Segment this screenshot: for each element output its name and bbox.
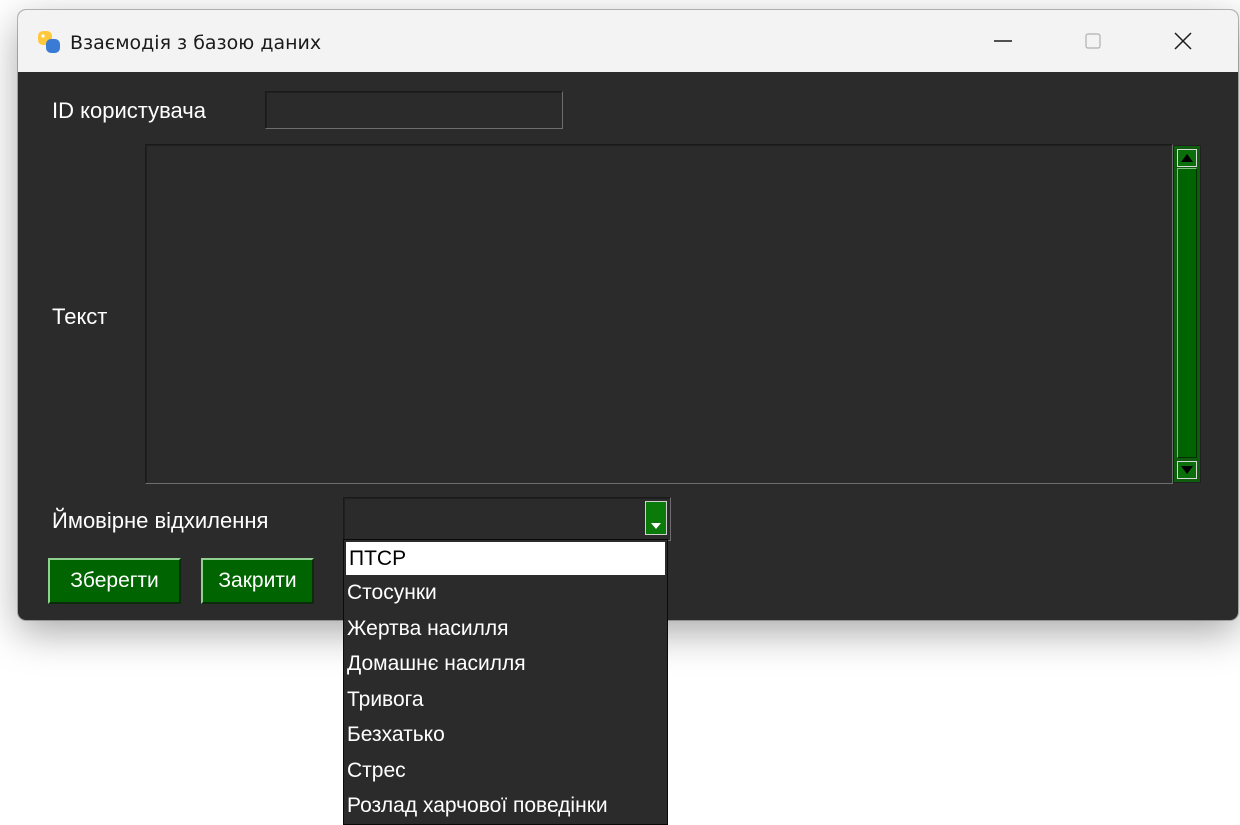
- deviation-combobox[interactable]: [343, 497, 671, 541]
- app-window: Взаємодія з базою даних ID користувача Т…: [18, 10, 1238, 620]
- scroll-down-button[interactable]: [1177, 461, 1197, 479]
- minimize-icon: [994, 40, 1012, 42]
- text-area[interactable]: [145, 144, 1173, 484]
- user-id-label: ID користувача: [52, 98, 206, 123]
- text-label: Текст: [52, 304, 108, 329]
- dropdown-option[interactable]: Безхатько: [344, 717, 667, 753]
- user-id-input[interactable]: [265, 91, 563, 129]
- window-title: Взаємодія з базою даних: [70, 32, 322, 54]
- dropdown-button[interactable]: [645, 501, 667, 535]
- save-button[interactable]: Зберегти: [48, 558, 181, 604]
- close-icon: [1174, 32, 1192, 50]
- maximize-icon: [1085, 33, 1101, 49]
- maximize-button[interactable]: [1048, 10, 1138, 72]
- deviation-label: Ймовірне відхилення: [52, 508, 269, 533]
- title-bar[interactable]: Взаємодія з базою даних: [18, 10, 1238, 72]
- minimize-button[interactable]: [958, 10, 1048, 72]
- scroll-thumb[interactable]: [1177, 168, 1197, 458]
- deviation-dropdown-list[interactable]: ПТСР Стосунки Жертва насилля Домашнє нас…: [343, 539, 668, 825]
- text-scrollbar[interactable]: [1173, 145, 1201, 483]
- dropdown-option[interactable]: Тривога: [344, 682, 667, 718]
- chevron-down-icon: [651, 523, 661, 529]
- arrow-up-icon: [1181, 154, 1193, 162]
- close-window-button[interactable]: [1138, 10, 1228, 72]
- dropdown-option[interactable]: Розлад харчової поведінки: [344, 788, 667, 824]
- python-app-icon: [38, 31, 60, 53]
- arrow-down-icon: [1181, 466, 1193, 474]
- dropdown-option[interactable]: Стрес: [344, 753, 667, 789]
- dropdown-option[interactable]: ПТСР: [346, 542, 665, 575]
- dropdown-option[interactable]: Стосунки: [344, 575, 667, 611]
- close-button[interactable]: Закрити: [201, 558, 314, 604]
- dropdown-option[interactable]: Жертва насилля: [344, 611, 667, 647]
- dropdown-option[interactable]: Домашнє насилля: [344, 646, 667, 682]
- scroll-up-button[interactable]: [1177, 149, 1197, 167]
